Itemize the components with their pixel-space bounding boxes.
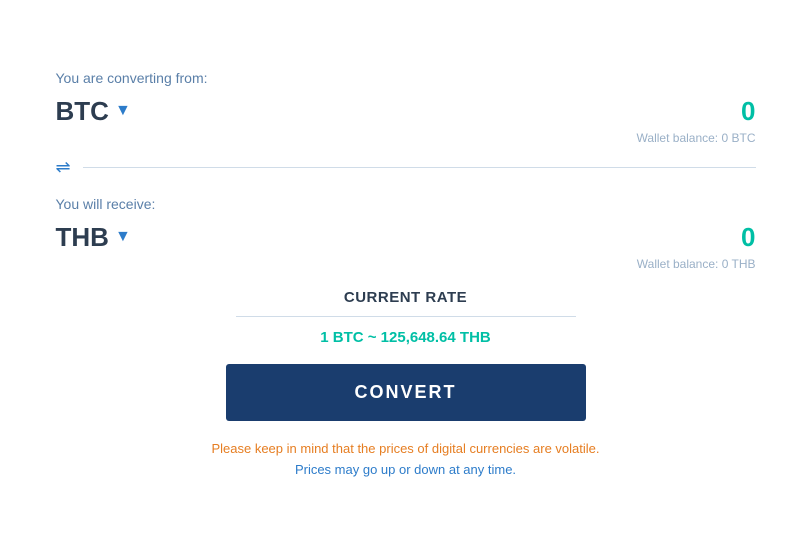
to-currency-select[interactable]: THB ▼	[56, 222, 131, 253]
disclaimer: Please keep in mind that the prices of d…	[206, 439, 606, 481]
from-amount-value[interactable]: 0	[741, 96, 755, 127]
disclaimer-part1: Please keep in mind that the prices of d…	[211, 441, 599, 456]
from-wallet-balance: Wallet balance: 0 BTC	[56, 131, 756, 145]
to-currency-code: THB	[56, 222, 109, 253]
converting-from-label: You are converting from:	[56, 70, 756, 86]
convert-button[interactable]: CONVERT	[226, 364, 586, 421]
from-currency-chevron-icon[interactable]: ▼	[115, 102, 131, 120]
swap-icon[interactable]: ⇌	[56, 157, 71, 178]
from-currency-code: BTC	[56, 96, 109, 127]
to-wallet-balance: Wallet balance: 0 THB	[56, 257, 756, 271]
you-will-receive-label: You will receive:	[56, 196, 756, 212]
current-rate-section: CURRENT RATE 1 BTC ~ 125,648.64 THB CONV…	[56, 289, 756, 481]
to-currency-row: THB ▼ 0	[56, 222, 756, 253]
to-currency-chevron-icon[interactable]: ▼	[115, 228, 131, 246]
from-currency-row: BTC ▼ 0	[56, 96, 756, 127]
divider-line	[83, 167, 756, 168]
converter-container: You are converting from: BTC ▼ 0 Wallet …	[26, 50, 786, 501]
rate-divider	[236, 316, 576, 317]
disclaimer-part2: Prices may go up or down at any time.	[295, 462, 516, 477]
receive-section: You will receive: THB ▼ 0 Wallet balance…	[56, 196, 756, 271]
from-currency-select[interactable]: BTC ▼	[56, 96, 131, 127]
current-rate-title: CURRENT RATE	[56, 289, 756, 306]
to-amount-value[interactable]: 0	[741, 222, 755, 253]
divider-row: ⇌	[56, 157, 756, 178]
rate-value: 1 BTC ~ 125,648.64 THB	[56, 329, 756, 346]
